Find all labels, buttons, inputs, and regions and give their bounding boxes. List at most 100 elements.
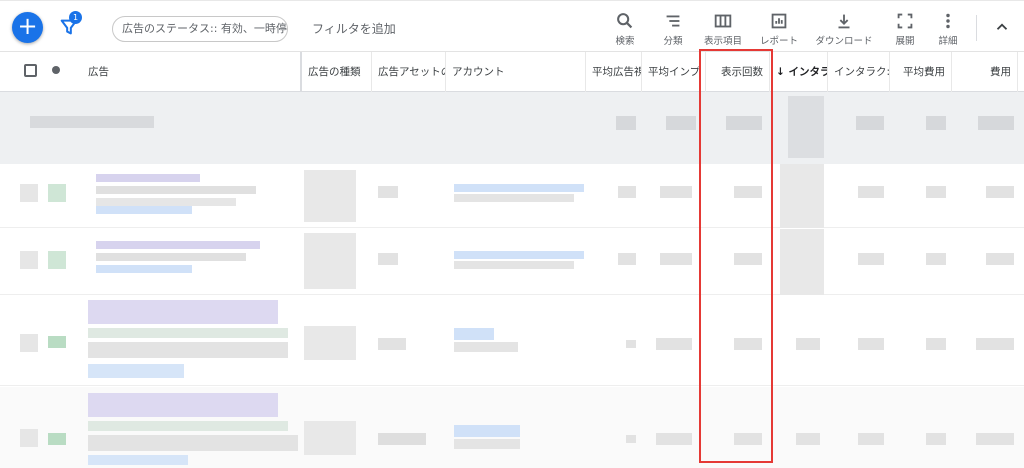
table-header: 広告 広告の種類 広告アセットの アカウント 平均広告視聴 平均インプ 表示回数… [0,52,1024,92]
blurred-value [666,116,696,130]
blurred-ad-title[interactable] [88,393,278,417]
blurred-ad-type [304,326,356,360]
blurred-ad-type [304,170,356,222]
column-header-ad-type[interactable]: 広告の種類 [302,52,372,92]
select-all-checkbox[interactable] [24,64,37,77]
blurred-ad-title[interactable] [96,241,260,249]
segment-icon [666,15,680,27]
blurred-ad-asset [378,253,398,265]
more-button[interactable]: 詳細 [934,10,962,47]
blurred-ad-text [88,435,298,451]
blurred-account-link[interactable] [454,328,494,340]
blurred-value [858,253,884,265]
blurred-account-id [454,439,520,449]
blurred-value [780,164,824,228]
column-header-interaction-rate[interactable]: インタラク: [828,52,890,92]
blurred-value [734,186,762,198]
search-icon [617,13,633,29]
blurred-ad-type [304,421,356,455]
expand-label: 展開 [895,36,915,47]
blurred-value [858,186,884,198]
blurred-value [926,338,946,350]
blurred-value [976,433,1014,445]
blurred-account-link[interactable] [454,425,520,437]
blurred-value [656,338,692,350]
search-label: 検索 [615,36,635,47]
blurred-ad-asset [378,338,406,350]
blurred-value [796,338,820,350]
blurred-account-id [454,261,574,269]
more-icon [946,13,950,29]
divider [976,15,977,41]
blurred-value [626,435,636,443]
filter-count-badge: 1 [69,11,82,24]
download-icon [838,14,850,29]
blurred-value [780,229,824,295]
column-header-impressions[interactable]: 表示回数 [706,52,770,92]
blurred-account-link[interactable] [454,251,584,259]
blurred-account-link[interactable] [454,184,584,192]
blurred-value [986,253,1014,265]
blurred-value [986,186,1014,198]
chevron-up-icon[interactable] [993,18,1011,36]
column-header-cost[interactable]: 費用 [952,52,1018,92]
columns-button[interactable]: 表示項目 [700,10,746,47]
blurred-ad-title[interactable] [88,300,278,324]
status-icon [48,433,66,445]
divider [0,0,1024,1]
blurred-ad-text [88,421,288,431]
row-checkbox[interactable] [20,251,38,269]
report-button[interactable]: レポート [756,10,802,47]
blurred-value [926,116,946,130]
column-header-account[interactable]: アカウント [446,52,586,92]
more-label: 詳細 [938,36,958,47]
blurred-value [734,338,762,350]
blurred-ad-title[interactable] [96,174,200,182]
column-header-ad[interactable]: 広告 [82,52,302,92]
download-label: ダウンロード [815,36,873,47]
blurred-ad-link[interactable] [88,364,184,378]
table-row[interactable] [0,387,1024,468]
blurred-account-id [454,342,518,352]
status-icon [48,251,66,269]
blurred-ad-link[interactable] [96,206,192,214]
segment-label: 分類 [663,36,683,47]
blurred-value [616,116,636,130]
blurred-ad-link[interactable] [88,455,188,465]
row-checkbox[interactable] [20,429,38,447]
blurred-value [734,433,762,445]
columns-label: 表示項目 [703,36,742,47]
table-row[interactable] [0,229,1024,295]
blurred-ad-text [96,198,236,206]
blurred-value [858,433,884,445]
blurred-value [618,186,636,198]
row-checkbox[interactable] [20,334,38,352]
column-header-avg-view[interactable]: 平均広告視聴 [586,52,642,92]
report-label: レポート [759,36,798,47]
table-row[interactable] [0,164,1024,228]
blurred-value [734,253,762,265]
segment-button[interactable]: 分類 [656,10,690,47]
status-filter-chip[interactable]: 広告のステータス:: 有効、一時停止 [112,16,288,42]
column-header-avg-cost[interactable]: 平均費用 [890,52,952,92]
blurred-value [926,253,946,265]
column-header-interactions-sorted[interactable]: ↓ インタラ [770,52,828,92]
blurred-value [858,338,884,350]
expand-button[interactable]: 展開 [890,10,920,47]
row-checkbox[interactable] [20,184,38,202]
add-filter-link[interactable]: フィルタを追加 [312,20,396,37]
blurred-value [978,116,1014,130]
blurred-ad-text [88,328,288,338]
column-header-avg-impr[interactable]: 平均インプ [642,52,706,92]
blurred-value [656,433,692,445]
blurred-ad-link[interactable] [96,265,192,273]
blurred-ad-text [88,342,288,358]
search-button[interactable]: 検索 [610,10,640,47]
blurred-value [618,253,636,265]
table-row[interactable] [0,296,1024,386]
column-header-ad-asset[interactable]: 広告アセットの [372,52,446,92]
blurred-value [796,433,820,445]
toolbar: + 1 広告のステータス:: 有効、一時停止 フィルタを追加 検索 分類 表示項… [0,0,1024,52]
add-button[interactable]: + [12,12,43,43]
download-button[interactable]: ダウンロード [812,10,876,47]
